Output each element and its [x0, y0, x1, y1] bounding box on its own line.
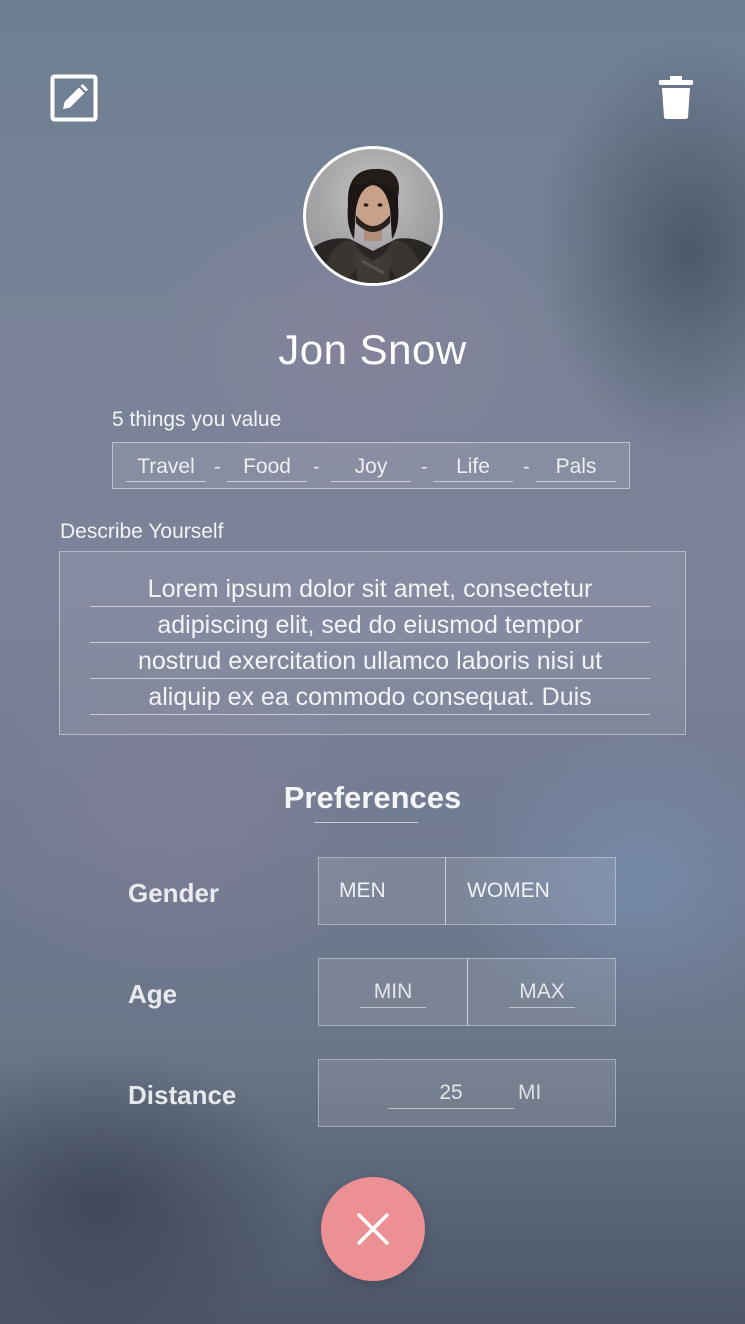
edit-icon: [50, 74, 98, 122]
gender-women-label: WOMEN: [467, 879, 550, 902]
close-icon: [357, 1213, 389, 1245]
values-field: Travel - Food - Joy - Life - Pals: [112, 442, 630, 489]
distance-unit: MI: [518, 1081, 542, 1104]
value-separator: -: [313, 456, 320, 478]
gender-men-label: MEN: [339, 879, 386, 902]
gender-label: Gender: [128, 878, 220, 908]
value-input-1[interactable]: Travel: [126, 453, 206, 482]
close-button[interactable]: [321, 1177, 425, 1281]
describe-line: nostrud exercitation ullamco laboris nis…: [90, 644, 650, 679]
describe-textarea[interactable]: Lorem ipsum dolor sit amet, consectetur …: [59, 551, 686, 735]
distance-label: Distance: [128, 1080, 237, 1110]
value-input-2[interactable]: Food: [227, 453, 307, 482]
distance-input[interactable]: 25: [388, 1078, 514, 1109]
value-input-4[interactable]: Life: [433, 453, 513, 482]
describe-line: Lorem ipsum dolor sit amet, consectetur: [90, 572, 650, 607]
value-separator: -: [523, 456, 530, 478]
describe-line: adipiscing elit, sed do eiusmod tempor: [90, 608, 650, 643]
preferences-underline: [314, 822, 418, 823]
preferences-title: Preferences: [283, 780, 462, 815]
describe-label: Describe Yourself: [60, 520, 224, 543]
value-input-3[interactable]: Joy: [331, 453, 411, 482]
value-input-5[interactable]: Pals: [536, 453, 616, 482]
trash-icon: [659, 76, 693, 119]
profile-name: Jon Snow: [278, 326, 467, 373]
avatar: [303, 146, 443, 286]
age-min-field: MIN: [318, 958, 468, 1026]
value-separator: -: [214, 456, 221, 478]
age-label: Age: [128, 979, 178, 1009]
profile-photo: [306, 168, 440, 283]
value-separator: -: [421, 456, 428, 478]
gender-men-button[interactable]: MEN: [318, 857, 446, 925]
describe-line: aliquip ex ea commodo consequat. Duis: [90, 680, 650, 715]
values-label: 5 things you value: [112, 408, 282, 431]
age-max-field: MAX: [467, 958, 616, 1026]
age-min-input[interactable]: MIN: [360, 977, 426, 1008]
gender-women-button[interactable]: WOMEN: [445, 857, 616, 925]
distance-field: 25 MI: [318, 1059, 616, 1127]
age-max-input[interactable]: MAX: [509, 977, 575, 1008]
edit-button[interactable]: [50, 74, 98, 122]
delete-button[interactable]: [655, 74, 697, 122]
